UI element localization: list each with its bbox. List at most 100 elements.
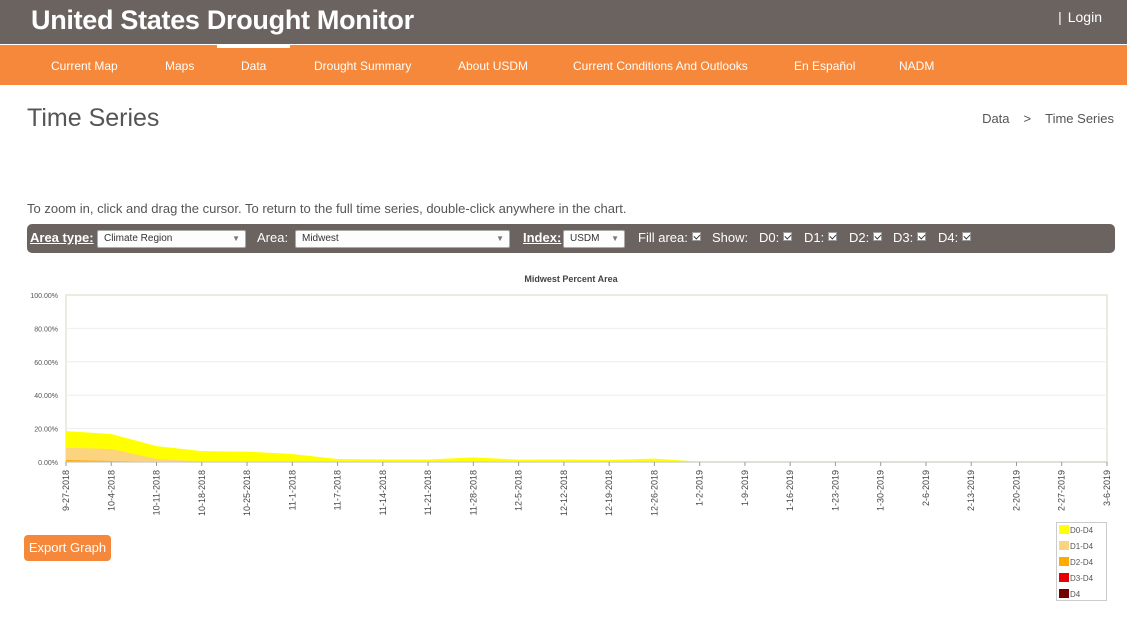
d4-control: D4:: [938, 230, 972, 245]
chevron-down-icon: ▼: [611, 234, 619, 243]
site-title[interactable]: United States Drought Monitor: [31, 5, 414, 36]
x-tick-label: 10-4-2018: [106, 470, 116, 511]
x-tick-label: 11-1-2018: [287, 470, 297, 510]
d3-control: D3:: [893, 230, 927, 245]
chart-legend: D0-D4 D1-D4 D2-D4 D3-D4 D4: [1056, 522, 1107, 601]
legend-item[interactable]: D4: [1059, 589, 1080, 601]
breadcrumb: Data > Time Series: [982, 111, 1114, 126]
fill-area-checkbox[interactable]: [691, 232, 701, 241]
area-type-label[interactable]: Area type:: [30, 230, 94, 245]
legend-item[interactable]: D1-D4: [1059, 541, 1093, 553]
d0-control: D0:: [759, 230, 793, 245]
x-tick-label: 10-25-2018: [242, 470, 252, 516]
x-tick-label: 2-20-2019: [1011, 470, 1021, 511]
x-tick-label: 3-6-2019: [1102, 470, 1112, 506]
x-tick-label: 2-13-2019: [966, 470, 976, 511]
x-tick-label: 2-6-2019: [921, 470, 931, 506]
login-separator: |: [1058, 9, 1062, 25]
chart-controls-bar: Area type: Climate Region ▼ Area: Midwes…: [27, 224, 1115, 253]
export-graph-button[interactable]: Export Graph: [24, 535, 111, 561]
legend-label: D4: [1070, 590, 1081, 599]
d4-label: D4:: [938, 230, 959, 245]
y-tick-label: 80.00%: [34, 326, 58, 333]
x-tick-label: 1-23-2019: [830, 470, 840, 511]
x-tick-label: 12-5-2018: [514, 470, 524, 511]
x-tick-label: 1-9-2019: [740, 470, 750, 506]
legend-label: D1-D4: [1070, 542, 1094, 551]
y-tick-label: 100.00%: [30, 293, 58, 300]
d3-checkbox[interactable]: [917, 232, 927, 241]
area-label: Area:: [257, 230, 289, 245]
fill-area-label: Fill area:: [638, 230, 688, 245]
d3-label: D3:: [893, 230, 914, 245]
main-nav: Current Map Maps Data Drought Summary Ab…: [0, 44, 1127, 85]
legend-item[interactable]: D3-D4: [1059, 573, 1093, 585]
legend-swatch: [1059, 589, 1069, 598]
legend-label: D0-D4: [1070, 526, 1094, 535]
x-tick-label: 1-16-2019: [785, 470, 795, 511]
y-tick-label: 20.00%: [34, 427, 58, 434]
nav-item-maps[interactable]: Maps: [165, 45, 194, 85]
d1-checkbox[interactable]: [828, 232, 838, 241]
nav-item-data[interactable]: Data: [216, 45, 292, 85]
index-label[interactable]: Index:: [523, 230, 561, 245]
login-link[interactable]: Login: [1068, 9, 1102, 25]
area-type-value: Climate Region: [104, 233, 173, 244]
x-tick-label: 1-2-2019: [695, 470, 705, 506]
x-tick-label: 10-11-2018: [152, 470, 162, 515]
d2-checkbox[interactable]: [873, 232, 883, 241]
fill-area-control: Fill area:: [638, 230, 701, 245]
y-tick-label: 0.00%: [38, 460, 58, 467]
area-type-select[interactable]: Climate Region ▼: [97, 230, 246, 248]
breadcrumb-data-link[interactable]: Data: [982, 111, 1009, 126]
x-tick-label: 11-28-2018: [468, 470, 478, 515]
top-header: United States Drought Monitor | Login: [0, 0, 1127, 44]
nav-item-drought-summary[interactable]: Drought Summary: [314, 45, 411, 85]
y-tick-label: 40.00%: [34, 393, 58, 400]
chevron-down-icon: ▼: [232, 234, 240, 243]
legend-swatch: [1059, 573, 1069, 582]
x-tick-label: 11-14-2018: [378, 470, 388, 515]
x-tick-label: 10-18-2018: [197, 470, 207, 516]
legend-swatch: [1059, 557, 1069, 566]
zoom-instructions: To zoom in, click and drag the cursor. T…: [27, 201, 627, 216]
d0-checkbox[interactable]: [783, 232, 793, 241]
x-tick-label: 12-12-2018: [559, 470, 569, 516]
x-tick-label: 11-7-2018: [333, 470, 343, 510]
y-tick-label: 60.00%: [34, 360, 58, 367]
nav-item-nadm[interactable]: NADM: [899, 45, 934, 85]
breadcrumb-separator: >: [1023, 111, 1032, 126]
nav-item-en-espanol[interactable]: En Español: [794, 45, 855, 85]
area-select[interactable]: Midwest ▼: [295, 230, 510, 248]
d4-checkbox[interactable]: [962, 232, 972, 241]
x-tick-label: 11-21-2018: [423, 470, 433, 515]
d2-label: D2:: [849, 230, 870, 245]
legend-item[interactable]: D0-D4: [1059, 525, 1093, 537]
legend-label: D3-D4: [1070, 574, 1094, 583]
legend-swatch: [1059, 541, 1069, 550]
x-tick-label: 9-27-2018: [61, 470, 71, 511]
nav-item-current-map[interactable]: Current Map: [51, 45, 118, 85]
d2-control: D2:: [849, 230, 883, 245]
index-select[interactable]: USDM ▼: [563, 230, 625, 248]
legend-swatch: [1059, 525, 1069, 534]
d1-label: D1:: [804, 230, 825, 245]
x-tick-label: 12-19-2018: [604, 470, 614, 516]
nav-item-about-usdm[interactable]: About USDM: [458, 45, 528, 85]
index-value: USDM: [570, 233, 600, 244]
login-area: | Login: [1058, 9, 1102, 25]
chart-title: Midwest Percent Area: [524, 274, 618, 284]
legend-label: D2-D4: [1070, 558, 1094, 567]
chart-grid: [65, 294, 1108, 463]
area-value: Midwest: [302, 233, 339, 244]
breadcrumb-current: Time Series: [1045, 111, 1114, 126]
d1-control: D1:: [804, 230, 838, 245]
plot-frame: [65, 294, 1108, 463]
chevron-down-icon: ▼: [496, 234, 504, 243]
legend-item[interactable]: D2-D4: [1059, 557, 1093, 569]
d0-label: D0:: [759, 230, 780, 245]
time-series-chart[interactable]: Midwest Percent Area 0.00% 20.00% 40.00% 60…: [0, 262, 1127, 520]
nav-item-current-conditions[interactable]: Current Conditions And Outlooks: [573, 45, 748, 85]
show-label: Show:: [712, 230, 749, 245]
x-tick-label: 2-27-2019: [1057, 470, 1067, 511]
